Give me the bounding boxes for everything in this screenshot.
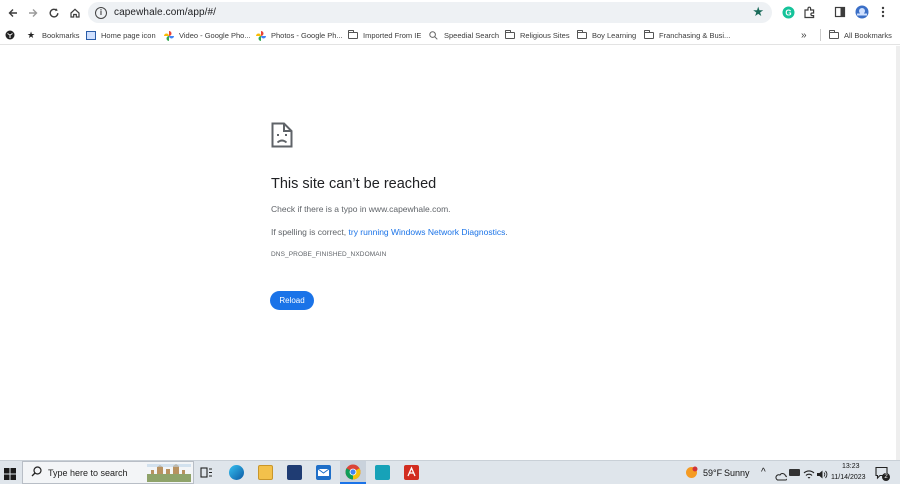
folder-icon bbox=[577, 29, 587, 39]
page-content bbox=[0, 46, 896, 460]
bookmark-label: Bookmarks bbox=[42, 30, 80, 40]
weather-icon[interactable] bbox=[685, 466, 698, 484]
home-icon[interactable] bbox=[64, 2, 86, 24]
clock-date[interactable]: 11/14/2023 bbox=[831, 474, 866, 481]
bookmark-item[interactable]: Speedial Search bbox=[429, 25, 499, 45]
bookmark-label: Photos - Google Ph... bbox=[271, 30, 343, 40]
notification-center-icon[interactable]: 2 bbox=[875, 466, 890, 485]
browser-window: i capewhale.com/app/#/ ★ G ★ Bookmarks H… bbox=[0, 0, 900, 460]
bookmark-label: Franchasing & Busi... bbox=[659, 30, 731, 40]
google-photos-icon bbox=[164, 30, 174, 41]
bookmark-folder[interactable]: Religious Sites bbox=[505, 25, 570, 45]
error-typo-hint: Check if there is a typo in www.capewhal… bbox=[271, 204, 451, 214]
bookmarks-bar: ★ Bookmarks Home page icon Video - Googl… bbox=[0, 25, 900, 45]
weather-description[interactable]: Sunny bbox=[724, 468, 750, 478]
battery-icon[interactable] bbox=[789, 469, 800, 476]
bookmark-folder[interactable]: Boy Learning bbox=[577, 25, 636, 45]
wifi-icon[interactable] bbox=[803, 467, 815, 485]
bookmark-label: Imported From IE bbox=[363, 30, 422, 40]
sad-document-icon bbox=[271, 122, 293, 153]
folder-icon bbox=[829, 29, 839, 39]
bookmark-label: Religious Sites bbox=[520, 30, 570, 40]
clock-time[interactable]: 13:23 bbox=[842, 463, 860, 470]
bookmark-item[interactable]: ★ Bookmarks bbox=[27, 25, 80, 45]
bookmark-label: Video - Google Pho... bbox=[179, 30, 251, 40]
acrobat-app-icon[interactable] bbox=[404, 465, 419, 480]
all-bookmarks-folder[interactable]: All Bookmarks bbox=[829, 25, 892, 45]
reload-button[interactable]: Reload bbox=[270, 291, 314, 310]
google-photos-icon bbox=[256, 30, 266, 41]
folder-icon bbox=[505, 29, 515, 39]
site-info-icon[interactable]: i bbox=[95, 6, 107, 19]
volume-icon[interactable] bbox=[816, 467, 828, 485]
bookmark-label: All Bookmarks bbox=[844, 30, 892, 40]
browser-toolbar: i capewhale.com/app/#/ ★ G bbox=[0, 0, 900, 25]
windows-start-icon[interactable] bbox=[4, 467, 16, 485]
taskbar-search-box[interactable]: Type here to search bbox=[22, 461, 194, 484]
url-text: capewhale.com/app/#/ bbox=[114, 7, 217, 18]
extensions-puzzle-icon[interactable] bbox=[800, 3, 818, 21]
network-diagnostics-link[interactable]: try running Windows Network Diagnostics bbox=[349, 227, 506, 237]
favicon-icon bbox=[86, 30, 96, 40]
bookmark-label: Boy Learning bbox=[592, 30, 637, 40]
reload-icon[interactable] bbox=[43, 2, 65, 24]
tray-overflow-icon[interactable]: ^ bbox=[761, 467, 766, 478]
chrome-taskbar-active[interactable] bbox=[340, 461, 366, 484]
bookmark-folder[interactable]: Imported From IE bbox=[348, 25, 421, 45]
edge-app-icon[interactable] bbox=[229, 465, 244, 480]
bookmarks-overflow-button[interactable]: » bbox=[801, 25, 807, 45]
task-view-icon[interactable] bbox=[200, 466, 213, 484]
search-highlight-image bbox=[147, 464, 191, 482]
error-diagnostics-hint: If spelling is correct, try running Wind… bbox=[271, 227, 508, 237]
notification-badge: 2 bbox=[882, 473, 890, 481]
file-explorer-icon[interactable] bbox=[258, 465, 273, 480]
search-icon bbox=[31, 466, 42, 479]
windows-taskbar: Type here to search 59°F Sunny ^ 13:23 1… bbox=[0, 460, 900, 484]
bookmark-item[interactable]: Video - Google Pho... bbox=[164, 25, 251, 45]
apps-icon[interactable] bbox=[5, 25, 15, 45]
photos-app-icon[interactable] bbox=[375, 465, 390, 480]
bookmark-label: Speedial Search bbox=[444, 30, 500, 40]
grammarly-extension-icon[interactable]: G bbox=[779, 3, 797, 21]
mail-app-icon[interactable] bbox=[316, 465, 331, 480]
store-app-icon[interactable] bbox=[287, 465, 302, 480]
bookmark-item[interactable]: Photos - Google Ph... bbox=[256, 25, 343, 45]
address-bar[interactable]: i capewhale.com/app/#/ ★ bbox=[88, 2, 772, 23]
menu-kebab-icon[interactable] bbox=[874, 3, 892, 21]
search-icon bbox=[429, 30, 439, 40]
scrollbar[interactable] bbox=[896, 46, 900, 460]
weather-temperature[interactable]: 59°F bbox=[703, 468, 722, 478]
error-title: This site can’t be reached bbox=[271, 176, 437, 192]
svg-text:G: G bbox=[785, 8, 791, 17]
bookmark-item[interactable]: Home page icon bbox=[86, 25, 156, 45]
back-icon[interactable] bbox=[2, 2, 24, 24]
bookmark-folder[interactable]: Franchasing & Busi... bbox=[644, 25, 730, 45]
bookmark-label: Home page icon bbox=[101, 30, 156, 40]
star-icon: ★ bbox=[27, 29, 36, 40]
diagnostics-suffix: . bbox=[505, 227, 508, 237]
search-placeholder: Type here to search bbox=[48, 467, 128, 478]
bookmarks-divider bbox=[820, 29, 821, 41]
folder-icon bbox=[348, 29, 358, 39]
bookmark-star-icon[interactable]: ★ bbox=[752, 4, 764, 20]
side-panel-icon[interactable] bbox=[831, 3, 849, 21]
profile-avatar-icon[interactable] bbox=[853, 3, 871, 21]
diagnostics-prefix: If spelling is correct, bbox=[271, 227, 347, 237]
folder-icon bbox=[644, 29, 654, 39]
onedrive-icon[interactable] bbox=[775, 468, 788, 486]
forward-icon[interactable] bbox=[22, 2, 44, 24]
error-code: DNS_PROBE_FINISHED_NXDOMAIN bbox=[271, 251, 387, 258]
